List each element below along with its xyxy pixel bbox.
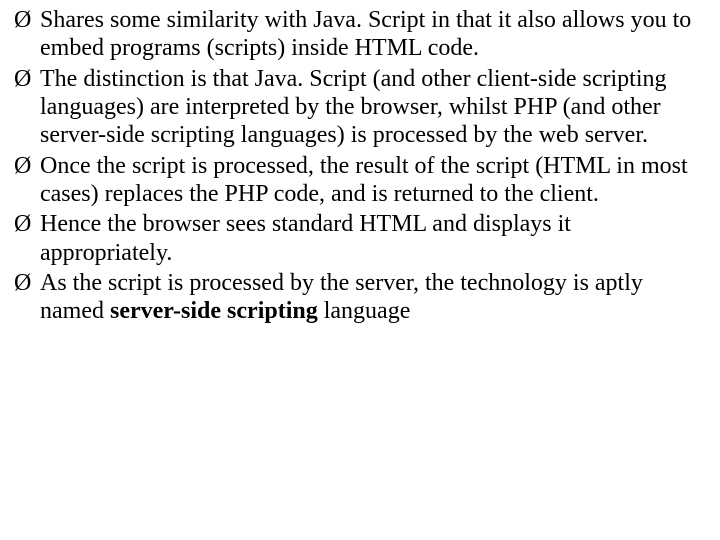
bullet-marker: Ø — [14, 210, 40, 238]
bullet-marker: Ø — [14, 152, 40, 180]
bullet-item: Ø Shares some similarity with Java. Scri… — [14, 6, 706, 63]
bullet-text: Once the script is processed, the result… — [40, 153, 688, 207]
bullet-marker: Ø — [14, 269, 40, 297]
slide: Ø Shares some similarity with Java. Scri… — [0, 0, 720, 540]
bullet-marker: Ø — [14, 6, 40, 34]
bullet-item: Ø The distinction is that Java. Script (… — [14, 65, 706, 150]
bullet-text: Hence the browser sees standard HTML and… — [40, 211, 571, 265]
bullet-marker: Ø — [14, 65, 40, 93]
bullet-list: Ø Shares some similarity with Java. Scri… — [14, 6, 706, 325]
bullet-text: Shares some similarity with Java. Script… — [40, 7, 691, 61]
bullet-text: The distinction is that Java. Script (an… — [40, 66, 667, 149]
bullet-text: As the script is processed by the server… — [40, 270, 643, 324]
bullet-item: Ø Once the script is processed, the resu… — [14, 152, 706, 209]
bullet-item: Ø As the script is processed by the serv… — [14, 269, 706, 326]
bullet-item: Ø Hence the browser sees standard HTML a… — [14, 210, 706, 267]
